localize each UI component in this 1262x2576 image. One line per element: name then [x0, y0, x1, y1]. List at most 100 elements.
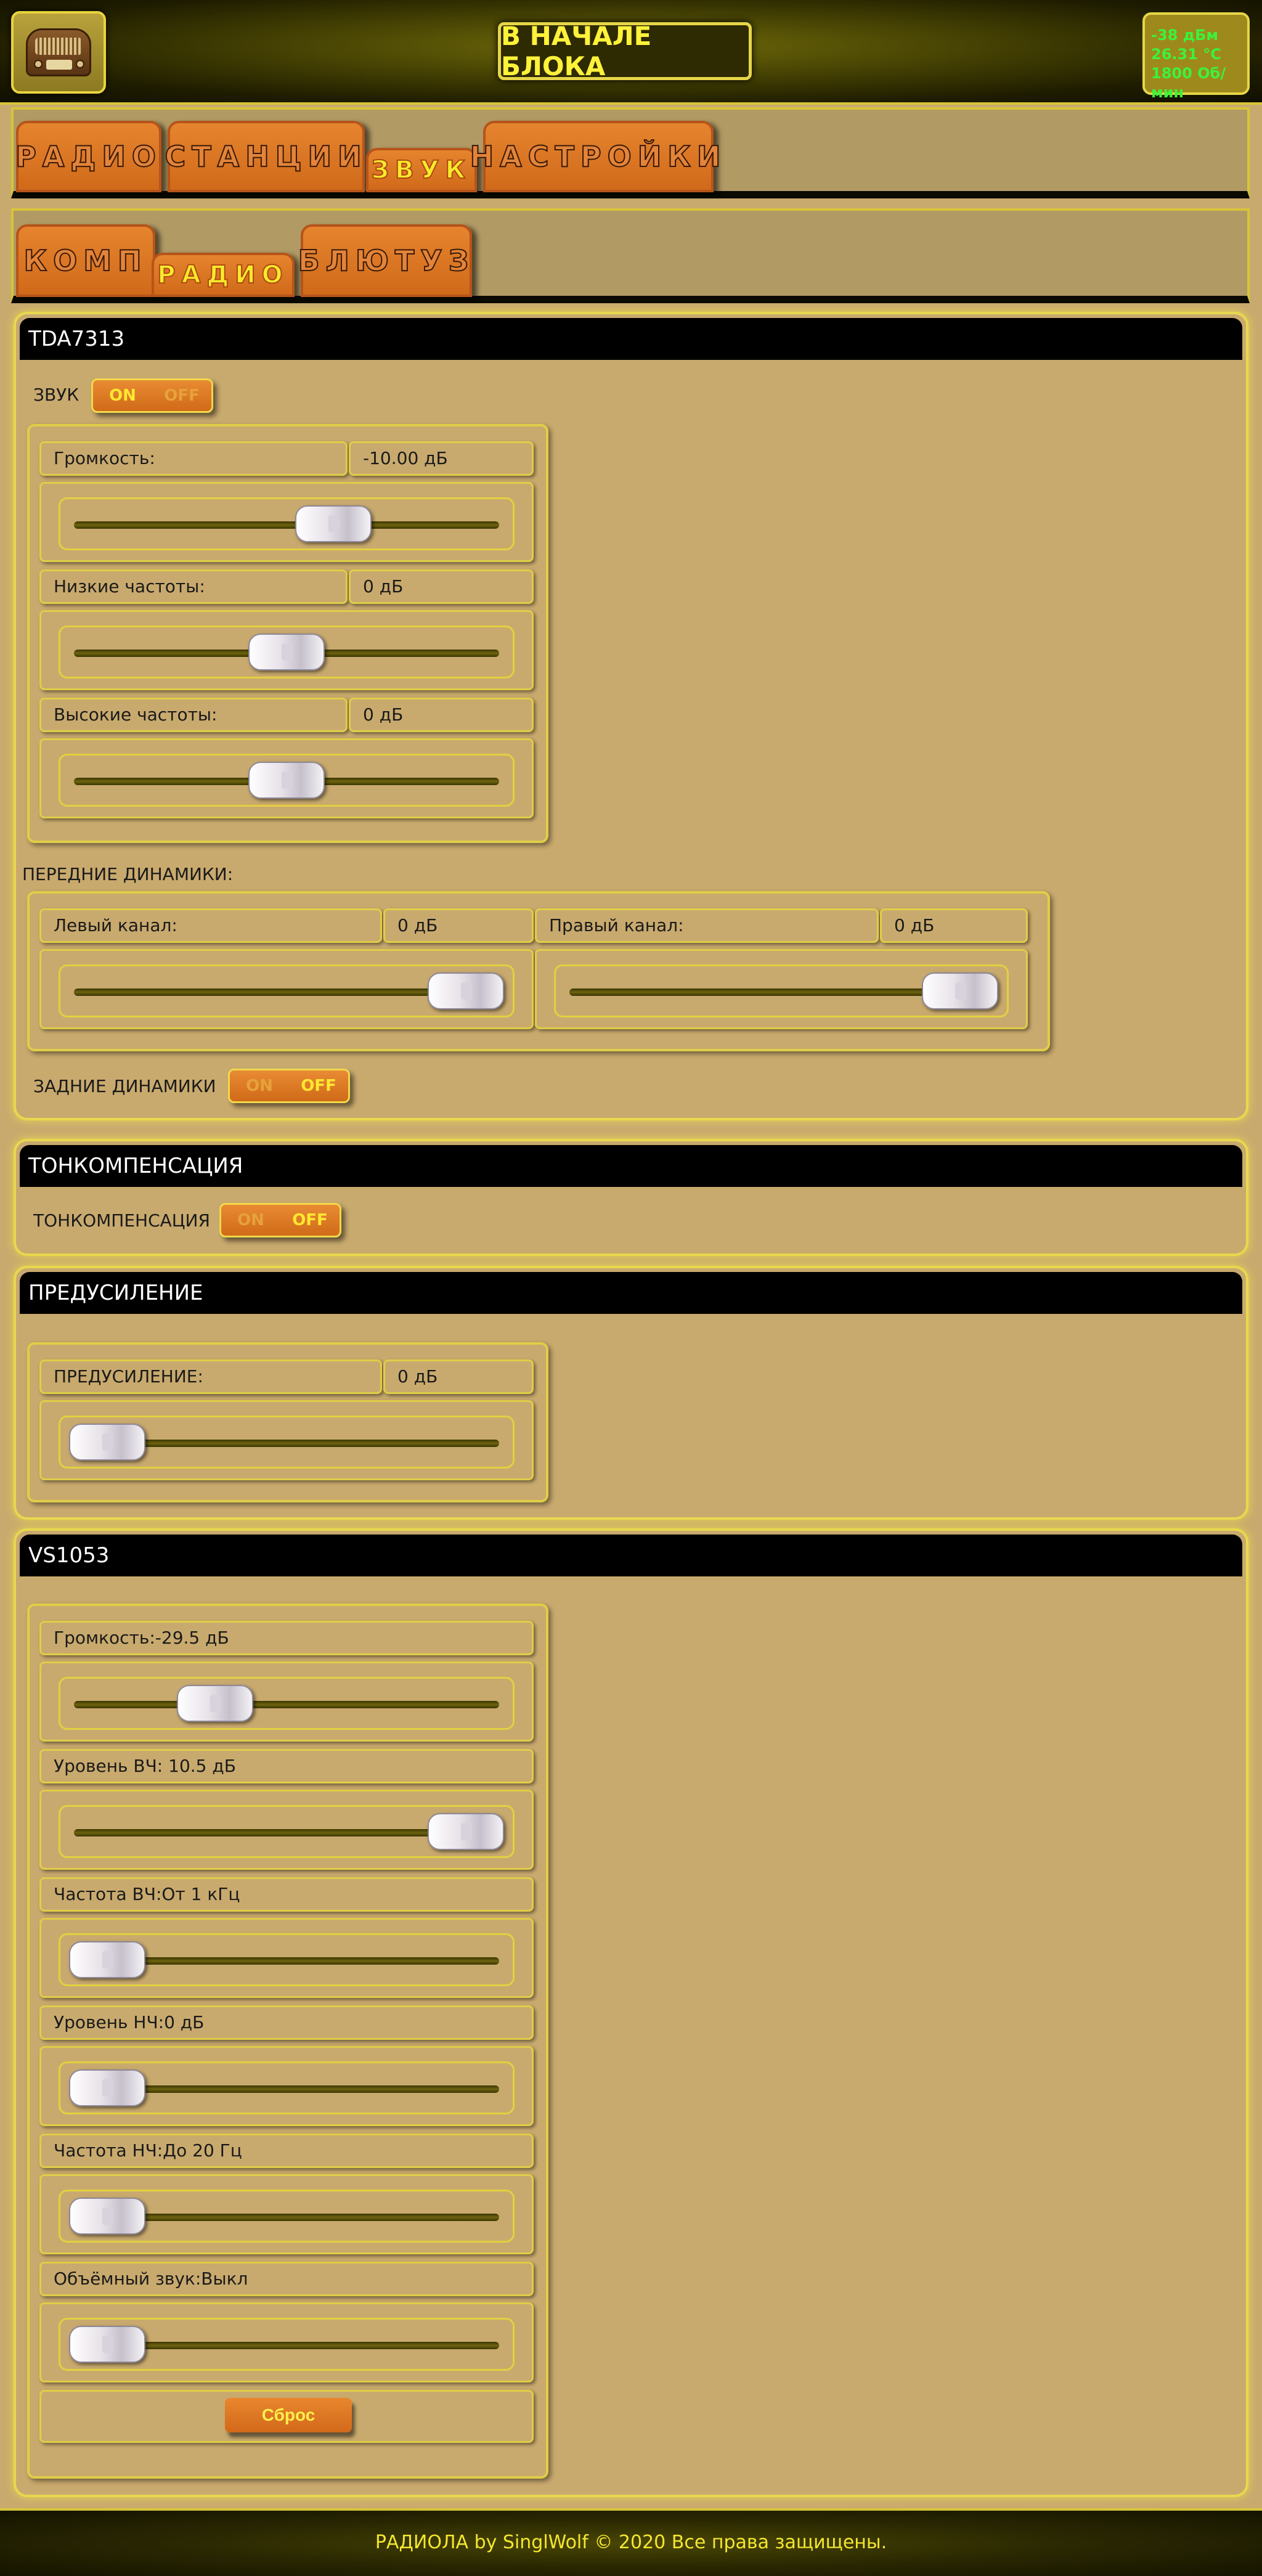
- slider-thumb[interactable]: [428, 972, 504, 1009]
- slider-thumb[interactable]: [295, 505, 372, 542]
- sub-tab-bar: КОМП РАДИО БЛЮТУЗ: [11, 208, 1250, 303]
- preamp-title: ПРЕДУСИЛЕНИЕ: [20, 1272, 1242, 1314]
- vs1053-title: VS1053: [20, 1535, 1242, 1576]
- treble-label: Высокие частоты:: [39, 698, 348, 732]
- right-channel-value: 0 дБ: [880, 908, 1028, 943]
- footer-copyright: РАДИОЛА by SinglWolf © 2020 Все права за…: [375, 2532, 887, 2553]
- preamp-panel: ПРЕДУСИЛЕНИЕ ПРЕДУСИЛЕНИЕ: 0 дБ: [14, 1266, 1248, 1520]
- loudness-label: ТОНКОМПЕНСАЦИЯ: [33, 1210, 210, 1231]
- left-channel-slider-box: [39, 949, 534, 1029]
- tab-stations[interactable]: СТАНЦИИ: [165, 121, 365, 192]
- tab-radio[interactable]: РАДИО: [15, 121, 161, 192]
- slider-thumb[interactable]: [69, 1424, 145, 1461]
- vs-bass-level-label: Уровень НЧ:0 дБ: [39, 2005, 534, 2040]
- slider-thumb[interactable]: [922, 972, 998, 1009]
- bass-label: Низкие частоты:: [39, 569, 348, 604]
- radio-icon: [26, 28, 91, 76]
- tab-sound[interactable]: ЗВУК: [366, 148, 477, 192]
- vs1053-panel: VS1053 Громкость:-29.5 дБ Уровень ВЧ: 10…: [14, 1528, 1248, 2497]
- status-panel: -38 дБм 26.31 °C 1800 Об/мин: [1142, 12, 1250, 101]
- vs-volume-label: Громкость:-29.5 дБ: [39, 1621, 534, 1655]
- tda7313-title: TDA7313: [20, 318, 1242, 360]
- volume-value: -10.00 дБ: [349, 441, 534, 476]
- bass-slider[interactable]: [59, 626, 515, 679]
- vs-bass-level-slider[interactable]: [59, 2061, 515, 2114]
- left-channel-label: Левый канал:: [39, 908, 382, 943]
- preamp-group: ПРЕДУСИЛЕНИЕ: 0 дБ: [27, 1342, 548, 1502]
- toggle-off: OFF: [292, 1211, 328, 1229]
- slider-thumb[interactable]: [428, 1813, 504, 1850]
- tab-radio-source[interactable]: РАДИО: [152, 253, 295, 297]
- toggle-on: ON: [109, 386, 136, 405]
- slider-track[interactable]: [74, 1701, 499, 1708]
- rear-speakers-toggle[interactable]: ON OFF: [228, 1069, 350, 1103]
- header: В НАЧАЛЕ БЛОКА -38 дБм 26.31 °C 1800 Об/…: [0, 0, 1262, 105]
- vs-treble-freq-label: Частота ВЧ:От 1 кГц: [39, 1877, 534, 1912]
- radio-logo[interactable]: [11, 11, 106, 94]
- right-channel-label: Правый канал:: [535, 908, 879, 943]
- sound-label: ЗВУК: [33, 385, 79, 405]
- tda7313-panel: TDA7313 ЗВУК ON OFF Громкость: -10.00 дБ…: [14, 312, 1248, 1120]
- vs-treble-level-label: Уровень ВЧ: 10.5 дБ: [39, 1749, 534, 1783]
- slider-thumb[interactable]: [69, 2069, 145, 2106]
- bass-slider-box: [39, 610, 534, 690]
- slider-thumb[interactable]: [69, 1941, 145, 1978]
- signal-strength: -38 дБм: [1151, 26, 1219, 44]
- right-channel-slider-box: [535, 949, 1028, 1029]
- right-channel-slider[interactable]: [554, 964, 1009, 1017]
- slider-thumb[interactable]: [248, 762, 325, 799]
- loudness-panel: ТОНКОМПЕНСАЦИЯ ТОНКОМПЕНСАЦИЯ ON OFF: [14, 1139, 1248, 1256]
- main-tab-bar: РАДИО СТАНЦИИ ЗВУК НАСТРОЙКИ: [11, 107, 1250, 198]
- vs-bass-freq-slider-box: [39, 2174, 534, 2254]
- loudness-title: ТОНКОМПЕНСАЦИЯ: [20, 1145, 1242, 1187]
- vs-volume-slider[interactable]: [59, 1677, 515, 1730]
- page-title: В НАЧАЛЕ БЛОКА: [501, 21, 652, 81]
- slider-thumb[interactable]: [69, 2326, 145, 2363]
- vs-bass-freq-slider[interactable]: [59, 2190, 515, 2243]
- vs-treble-level-slider[interactable]: [59, 1805, 515, 1858]
- front-speakers-label: ПЕРЕДНИЕ ДИНАМИКИ:: [22, 864, 234, 884]
- page-title-button[interactable]: В НАЧАЛЕ БЛОКА: [498, 21, 752, 81]
- volume-label: Громкость:: [39, 441, 348, 476]
- tone-group: Громкость: -10.00 дБ Низкие частоты: 0 д…: [27, 424, 548, 843]
- preamp-slider[interactable]: [59, 1416, 515, 1469]
- left-channel-slider[interactable]: [59, 964, 515, 1017]
- vs-surround-slider[interactable]: [59, 2318, 515, 2371]
- preamp-value: 0 дБ: [383, 1359, 534, 1394]
- left-channel-value: 0 дБ: [383, 908, 534, 943]
- treble-slider-box: [39, 738, 534, 818]
- vs-treble-freq-slider[interactable]: [59, 1933, 515, 1986]
- footer: РАДИОЛА by SinglWolf © 2020 Все права за…: [0, 2508, 1262, 2576]
- fan-speed: 1800 Об/мин: [1151, 65, 1226, 101]
- vs-treble-freq-slider-box: [39, 1918, 534, 1998]
- toggle-on: ON: [246, 1077, 273, 1095]
- vs-surround-slider-box: [39, 2302, 534, 2382]
- preamp-label: ПРЕДУСИЛЕНИЕ:: [39, 1359, 382, 1394]
- slider-thumb[interactable]: [248, 634, 325, 670]
- bass-value: 0 дБ: [349, 569, 534, 604]
- volume-slider[interactable]: [59, 497, 515, 550]
- vs-surround-label: Объёмный звук:Выкл: [39, 2262, 534, 2296]
- tab-bluetooth[interactable]: БЛЮТУЗ: [298, 224, 472, 297]
- sound-toggle[interactable]: ON OFF: [91, 378, 213, 413]
- vs-bass-freq-label: Частота НЧ:До 20 Гц: [39, 2134, 534, 2168]
- front-speakers-group: Левый канал: 0 дБ Правый канал: 0 дБ: [27, 891, 1050, 1051]
- tab-computer[interactable]: КОМП: [16, 224, 155, 297]
- tab-settings[interactable]: НАСТРОЙКИ: [470, 121, 721, 192]
- vs-treble-level-slider-box: [39, 1790, 534, 1870]
- reset-box: Сброс: [39, 2390, 534, 2443]
- loudness-toggle[interactable]: ON OFF: [219, 1203, 341, 1237]
- toggle-off: OFF: [164, 386, 200, 405]
- rear-speakers-label: ЗАДНИЕ ДИНАМИКИ: [33, 1076, 216, 1096]
- treble-slider[interactable]: [59, 754, 515, 807]
- slider-track[interactable]: [74, 521, 499, 529]
- vs-bass-level-slider-box: [39, 2046, 534, 2126]
- vs1053-group: Громкость:-29.5 дБ Уровень ВЧ: 10.5 дБ Ч…: [27, 1604, 548, 2479]
- slider-thumb[interactable]: [69, 2198, 145, 2235]
- slider-thumb[interactable]: [176, 1685, 253, 1722]
- treble-value: 0 дБ: [349, 698, 534, 732]
- vs-volume-slider-box: [39, 1661, 534, 1742]
- reset-button[interactable]: Сброс: [225, 2398, 352, 2432]
- volume-slider-box: [39, 482, 534, 562]
- toggle-off: OFF: [301, 1077, 336, 1095]
